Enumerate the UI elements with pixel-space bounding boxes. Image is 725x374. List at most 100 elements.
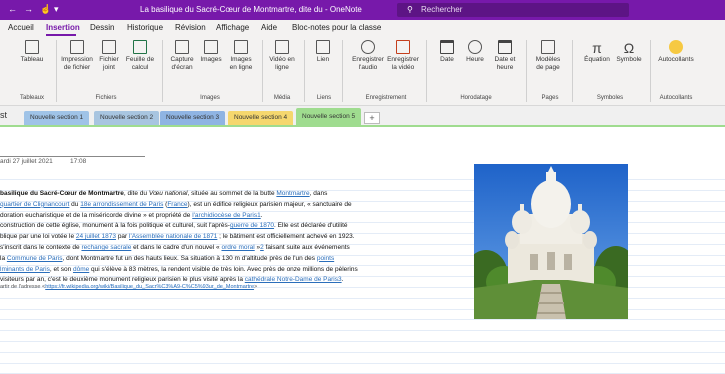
calendar-icon <box>440 40 454 54</box>
wiki-link[interactable]: dôme <box>73 266 89 273</box>
wiki-link[interactable]: quartier de Clignancourt <box>0 201 69 208</box>
tab-aide[interactable]: Aide <box>261 23 277 32</box>
ribbon-separator <box>426 40 427 102</box>
text-run: ; le bâtiment est officiellement achevé … <box>217 233 355 241</box>
forward-arrow-icon[interactable]: → <box>24 4 33 14</box>
date-heure-button[interactable]: Date et heure <box>492 40 518 72</box>
group-label-enregistrement: Enregistrement <box>365 95 407 101</box>
tab-affichage[interactable]: Affichage <box>216 23 249 32</box>
ribbon: Tableau Impression de fichier Fichier jo… <box>0 36 725 106</box>
back-arrow-icon[interactable]: ← <box>8 4 17 14</box>
impression-fichier-button[interactable]: Impression de fichier <box>60 40 94 72</box>
wiki-link[interactable]: l'Assemblée nationale de 1871 <box>129 233 217 240</box>
text-run: . Elle est déclarée d'utilité <box>274 222 348 230</box>
wiki-link[interactable]: 18e arrondissement de Paris <box>80 201 163 208</box>
text-run: qui s'élève à 83 mètres, la rendent visi… <box>89 265 358 273</box>
text-run: faisant suite aux événements <box>263 243 350 251</box>
text-run: blique par une loi votée le <box>0 233 76 241</box>
pi-icon: π <box>592 40 602 56</box>
article-paragraph[interactable]: basilique du Sacré-Cœur de Montmartre, d… <box>0 189 395 286</box>
group-label-media: Média <box>273 95 291 101</box>
tab-historique[interactable]: Historique <box>127 23 163 32</box>
images-en-ligne-button[interactable]: Images en ligne <box>226 40 256 72</box>
enregistrer-video-button[interactable]: Enregistrer la vidéo <box>386 40 420 72</box>
wiki-link[interactable]: France <box>167 201 187 208</box>
ruled-line <box>0 351 725 353</box>
search-box[interactable]: ⚲ Rechercher <box>397 3 629 17</box>
quick-access-dropdown-icon[interactable]: ▾ <box>54 4 59 15</box>
section-tab-2[interactable]: Nouvelle section 2 <box>94 111 160 125</box>
tab-dessin[interactable]: Dessin <box>90 23 114 32</box>
section-tab-3[interactable]: Nouvelle section 3 <box>160 111 226 125</box>
screenshot-icon <box>175 40 189 54</box>
text-run: , et son <box>49 265 73 273</box>
sacre-coeur-photo[interactable] <box>474 164 628 319</box>
text-run: du <box>69 200 81 208</box>
tableau-button[interactable]: Tableau <box>14 40 50 64</box>
note-page[interactable]: ardi 27 juillet 2021 17:08 basilique du … <box>0 127 725 374</box>
tab-revision[interactable]: Révision <box>175 23 206 32</box>
wiki-link[interactable]: Commune de Paris <box>7 255 63 262</box>
text-run: , dite du <box>123 190 149 197</box>
section-tab-5[interactable]: Nouvelle section 5 <box>296 108 362 126</box>
text-line: construction de cette église, monument à… <box>0 221 395 232</box>
group-label-images: Images <box>200 95 220 101</box>
wiki-link[interactable]: rechange sacrale <box>81 244 131 251</box>
tab-bloc-notes-classe[interactable]: Bloc-notes pour la classe <box>292 23 381 32</box>
wiki-link[interactable]: l'archidiocèse de Paris <box>192 212 257 219</box>
equation-button[interactable]: π Équation <box>580 40 614 64</box>
group-label-pages: Pages <box>541 95 559 101</box>
text-run: . <box>260 211 263 219</box>
clock-icon <box>468 40 482 54</box>
wiki-link[interactable]: ordre moral <box>221 244 254 251</box>
page-date: ardi 27 juillet 2021 <box>0 158 53 165</box>
source-link[interactable]: https://fr.wikipedia.org/wiki/Basilique_… <box>45 284 254 290</box>
notebook-name[interactable]: st <box>0 110 7 120</box>
wiki-link[interactable]: lminants de Paris <box>0 266 50 273</box>
add-section-button[interactable]: + <box>364 112 380 124</box>
ruled-line <box>0 319 725 321</box>
wiki-link[interactable]: Montmartre <box>276 190 309 197</box>
window-title: La basilique du Sacré-Cœur de Montmartre… <box>140 5 362 14</box>
picture-icon <box>204 40 218 54</box>
text-run: Vœu national <box>148 190 188 197</box>
group-label-fichiers: Fichiers <box>95 95 117 101</box>
lien-button[interactable]: Lien <box>312 40 334 64</box>
tab-insertion[interactable]: Insertion <box>46 23 80 32</box>
touch-mode-icon[interactable]: ☝ <box>40 4 51 15</box>
section-tab-4[interactable]: Nouvelle section 4 <box>228 111 294 125</box>
heure-button[interactable]: Heure <box>464 40 486 64</box>
source-line: artir de l'adresse <https://fr.wikipedia… <box>0 284 257 290</box>
source-prefix: artir de l'adresse < <box>0 284 46 290</box>
capture-ecran-button[interactable]: Capture d'écran <box>166 40 198 72</box>
text-line: s'inscrit dans le contexte de rechange s… <box>0 243 395 254</box>
text-run: doration eucharistique et de la misérico… <box>0 211 193 219</box>
section-tab-1[interactable]: Nouvelle section 1 <box>24 111 90 125</box>
wiki-link[interactable]: cathédrale Notre-Dame de Paris <box>245 276 338 283</box>
ribbon-separator <box>342 40 343 102</box>
wiki-link[interactable]: guerre de 1870 <box>230 222 274 229</box>
date-button[interactable]: Date <box>436 40 458 64</box>
tab-accueil[interactable]: Accueil <box>8 23 34 32</box>
table-icon <box>25 40 39 54</box>
wiki-link[interactable]: points <box>317 255 334 262</box>
text-run: , dans <box>309 190 328 197</box>
symbole-button[interactable]: Ω Symbole <box>614 40 644 64</box>
video-en-ligne-button[interactable]: Vidéo en ligne <box>268 40 296 72</box>
wiki-link[interactable]: 24 juillet 1873 <box>76 233 116 240</box>
print-icon <box>70 40 84 54</box>
paperclip-icon <box>102 40 116 54</box>
online-video-icon <box>275 40 289 54</box>
autocollants-button[interactable]: Autocollants <box>654 40 698 64</box>
feuille-calcul-button[interactable]: Feuille de calcul <box>124 40 156 72</box>
images-button[interactable]: Images <box>200 40 222 64</box>
ribbon-separator <box>650 40 651 102</box>
ribbon-tabs: Accueil Insertion Dessin Historique Révi… <box>0 20 725 36</box>
enregistrer-audio-button[interactable]: Enregistrer l'audio <box>350 40 386 72</box>
fichier-joint-button[interactable]: Fichier joint <box>98 40 120 72</box>
text-run: . <box>341 276 344 284</box>
search-placeholder: Rechercher <box>421 5 463 14</box>
text-run: , située au sommet de la butte <box>187 190 277 197</box>
group-label-horodatage: Horodatage <box>460 95 492 101</box>
modeles-page-button[interactable]: Modèles de page <box>532 40 564 72</box>
